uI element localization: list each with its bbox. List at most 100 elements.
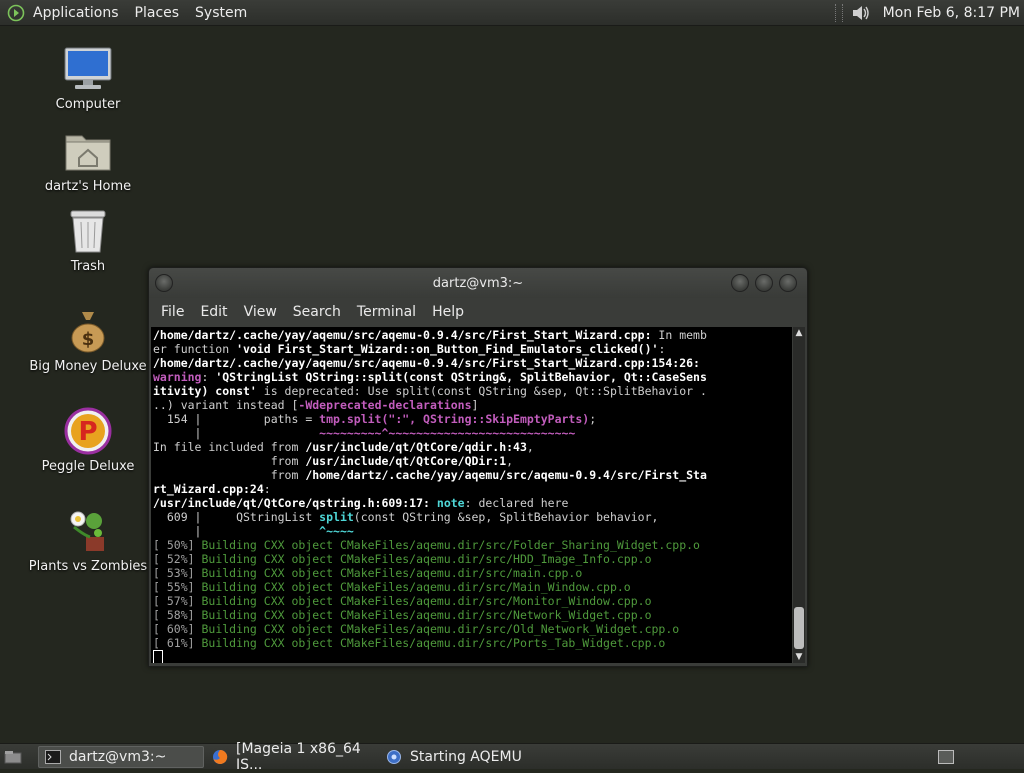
window-menu-icon[interactable] (155, 274, 173, 292)
terminal-scrollbar[interactable]: ▲ ▼ (793, 327, 805, 663)
window-title: dartz@vm3:~ (432, 275, 524, 291)
terminal-text: er function (153, 342, 237, 356)
terminal-text: Building CXX object CMakeFiles/aqemu.dir… (201, 580, 631, 594)
terminal-text: [ 50%] (153, 538, 202, 552)
terminal-text: : (658, 342, 666, 356)
terminal-line: [ 52%] Building CXX object CMakeFiles/aq… (153, 552, 792, 566)
terminal-text: In file included from (153, 440, 306, 454)
terminal-line: /home/dartz/.cache/yay/aqemu/src/aqemu-0… (153, 328, 792, 342)
terminal-text: Building CXX object CMakeFiles/aqemu.dir… (201, 566, 583, 580)
terminal-line: warning: 'QStringList QString::split(con… (153, 370, 792, 384)
terminal-line: [ 60%] Building CXX object CMakeFiles/aq… (153, 622, 792, 636)
show-desktop-icon[interactable] (4, 749, 24, 765)
desktop-icon-trash[interactable]: Trash (28, 207, 148, 274)
terminal-text: rt_Wizard.cpp:24 (153, 482, 264, 496)
menu-terminal[interactable]: Terminal (349, 304, 424, 320)
terminal-line: In file included from /usr/include/qt/Qt… (153, 440, 792, 454)
desktop-icon-label: Computer (55, 97, 121, 112)
panel-right: Mon Feb 6, 8:17 PM (834, 0, 1024, 25)
workspace-switcher[interactable] (938, 749, 954, 764)
terminal-text: Building CXX object CMakeFiles/aqemu.dir… (201, 594, 652, 608)
menu-help[interactable]: Help (424, 304, 472, 320)
terminal-text: ~~~~~~~~~^~~~~~~~~~~~~~~~~~~~~~~~~~~~ (319, 426, 576, 440)
terminal-menu-bar: File Edit View Search Terminal Help (149, 298, 807, 326)
desktop-icon-label: Plants vs Zombies (28, 559, 148, 574)
plants-icon (62, 507, 114, 555)
terminal-text: [ 53%] (153, 566, 202, 580)
desktop-icon-computer[interactable]: Computer (28, 45, 148, 112)
taskbar-item-label: dartz@vm3:~ (69, 748, 167, 765)
terminal-text: split (319, 510, 354, 524)
terminal-line: [ 57%] Building CXX object CMakeFiles/aq… (153, 594, 792, 608)
money-bag-icon: $ (62, 307, 114, 355)
desktop-icon-plants-vs-zombies[interactable]: Plants vs Zombies (28, 507, 148, 574)
terminal-line: rt_Wizard.cpp:24: (153, 482, 792, 496)
terminal-text: Building CXX object CMakeFiles/aqemu.dir… (201, 608, 652, 622)
desktop-icon-label: dartz's Home (44, 179, 132, 194)
desktop-icon-peggle[interactable]: P Peggle Deluxe (28, 407, 148, 474)
taskbar-item-aqemu[interactable]: Starting AQEMU (380, 746, 530, 768)
terminal-line: itivity) const' is deprecated: Use split… (153, 384, 792, 398)
peggle-icon: P (62, 407, 114, 455)
terminal-icon (45, 749, 61, 765)
terminal-text: /usr/include/qt/QtCore/qstring.h:609:17: (153, 496, 430, 510)
text-cursor (153, 650, 163, 663)
home-folder-icon (62, 127, 114, 175)
desktop-icon-home[interactable]: dartz's Home (28, 127, 148, 194)
menu-file[interactable]: File (153, 304, 192, 320)
terminal-text: 'void First_Start_Wizard::on_Button_Find… (236, 342, 659, 356)
title-bar[interactable]: dartz@vm3:~ (149, 268, 807, 298)
terminal-text: /home/dartz/.cache/yay/aqemu/src/aqemu-0… (305, 468, 707, 482)
terminal-line: | ^~~~~ (153, 524, 792, 538)
terminal-line: 154 | paths = tmp.split(":", QString::Sk… (153, 412, 792, 426)
menu-edit[interactable]: Edit (192, 304, 235, 320)
scroll-up-icon[interactable]: ▲ (793, 327, 805, 339)
terminal-text: Building CXX object CMakeFiles/aqemu.dir… (201, 622, 680, 636)
terminal-text: -Wdeprecated-declarations (298, 398, 472, 412)
scroll-down-icon[interactable]: ▼ (793, 651, 805, 663)
terminal-line: from /usr/include/qt/QtCore/QDir:1, (153, 454, 792, 468)
gnome-foot-icon[interactable] (5, 2, 27, 24)
desktop-icon-big-money[interactable]: $ Big Money Deluxe (28, 307, 148, 374)
terminal-text: [ 58%] (153, 608, 202, 622)
terminal-text: itivity) const' (153, 384, 257, 398)
aqemu-icon (386, 749, 402, 765)
terminal-window[interactable]: dartz@vm3:~ File Edit View Search Termin… (148, 267, 808, 667)
menu-view[interactable]: View (236, 304, 285, 320)
panel-handle-icon (834, 3, 843, 22)
menu-search[interactable]: Search (285, 304, 349, 320)
system-menu[interactable]: System (187, 5, 255, 21)
clock[interactable]: Mon Feb 6, 8:17 PM (877, 5, 1024, 21)
terminal-text: ; (589, 412, 597, 426)
volume-icon[interactable] (851, 4, 871, 22)
terminal-text: from (153, 468, 306, 482)
scrollbar-thumb[interactable] (794, 607, 804, 649)
places-menu[interactable]: Places (127, 5, 188, 21)
minimize-icon[interactable] (731, 274, 749, 292)
panel-menus: Applications Places System (0, 0, 255, 25)
trash-icon (62, 207, 114, 255)
applications-menu[interactable]: Applications (25, 5, 127, 21)
terminal-line: | ~~~~~~~~~^~~~~~~~~~~~~~~~~~~~~~~~~~~~ (153, 426, 792, 440)
terminal-line: [ 50%] Building CXX object CMakeFiles/aq… (153, 538, 792, 552)
computer-icon (62, 45, 114, 93)
taskbar-item-terminal[interactable]: dartz@vm3:~ (38, 745, 204, 768)
terminal-text: Building CXX object CMakeFiles/aqemu.dir… (201, 538, 700, 552)
terminal-line: /home/dartz/.cache/yay/aqemu/src/aqemu-0… (153, 356, 792, 370)
terminal-line: ..) variant instead [-Wdeprecated-declar… (153, 398, 792, 412)
terminal-text: tmp.split(":", QString::SkipEmptyParts) (319, 412, 590, 426)
close-icon[interactable] (779, 274, 797, 292)
svg-text:P: P (78, 417, 97, 447)
terminal-text: ^~~~~ (319, 524, 354, 538)
bottom-panel: dartz@vm3:~ [Mageia 1 x86_64 IS... Start… (0, 741, 1024, 773)
terminal-output[interactable]: /home/dartz/.cache/yay/aqemu/src/aqemu-0… (151, 327, 792, 663)
desktop-icon-label: Trash (70, 259, 106, 274)
maximize-icon[interactable] (755, 274, 773, 292)
terminal-line: from /home/dartz/.cache/yay/aqemu/src/aq… (153, 468, 792, 482)
terminal-text: /home/dartz/.cache/yay/aqemu/src/aqemu-0… (153, 356, 700, 370)
terminal-text: 609 | QStringList (153, 510, 320, 524)
terminal-line: 609 | QStringList split(const QString &s… (153, 510, 792, 524)
terminal-text: /usr/include/qt/QtCore/QDir:1 (305, 454, 507, 468)
taskbar-item-browser[interactable]: [Mageia 1 x86_64 IS... (206, 741, 378, 773)
terminal-line: [ 53%] Building CXX object CMakeFiles/aq… (153, 566, 792, 580)
